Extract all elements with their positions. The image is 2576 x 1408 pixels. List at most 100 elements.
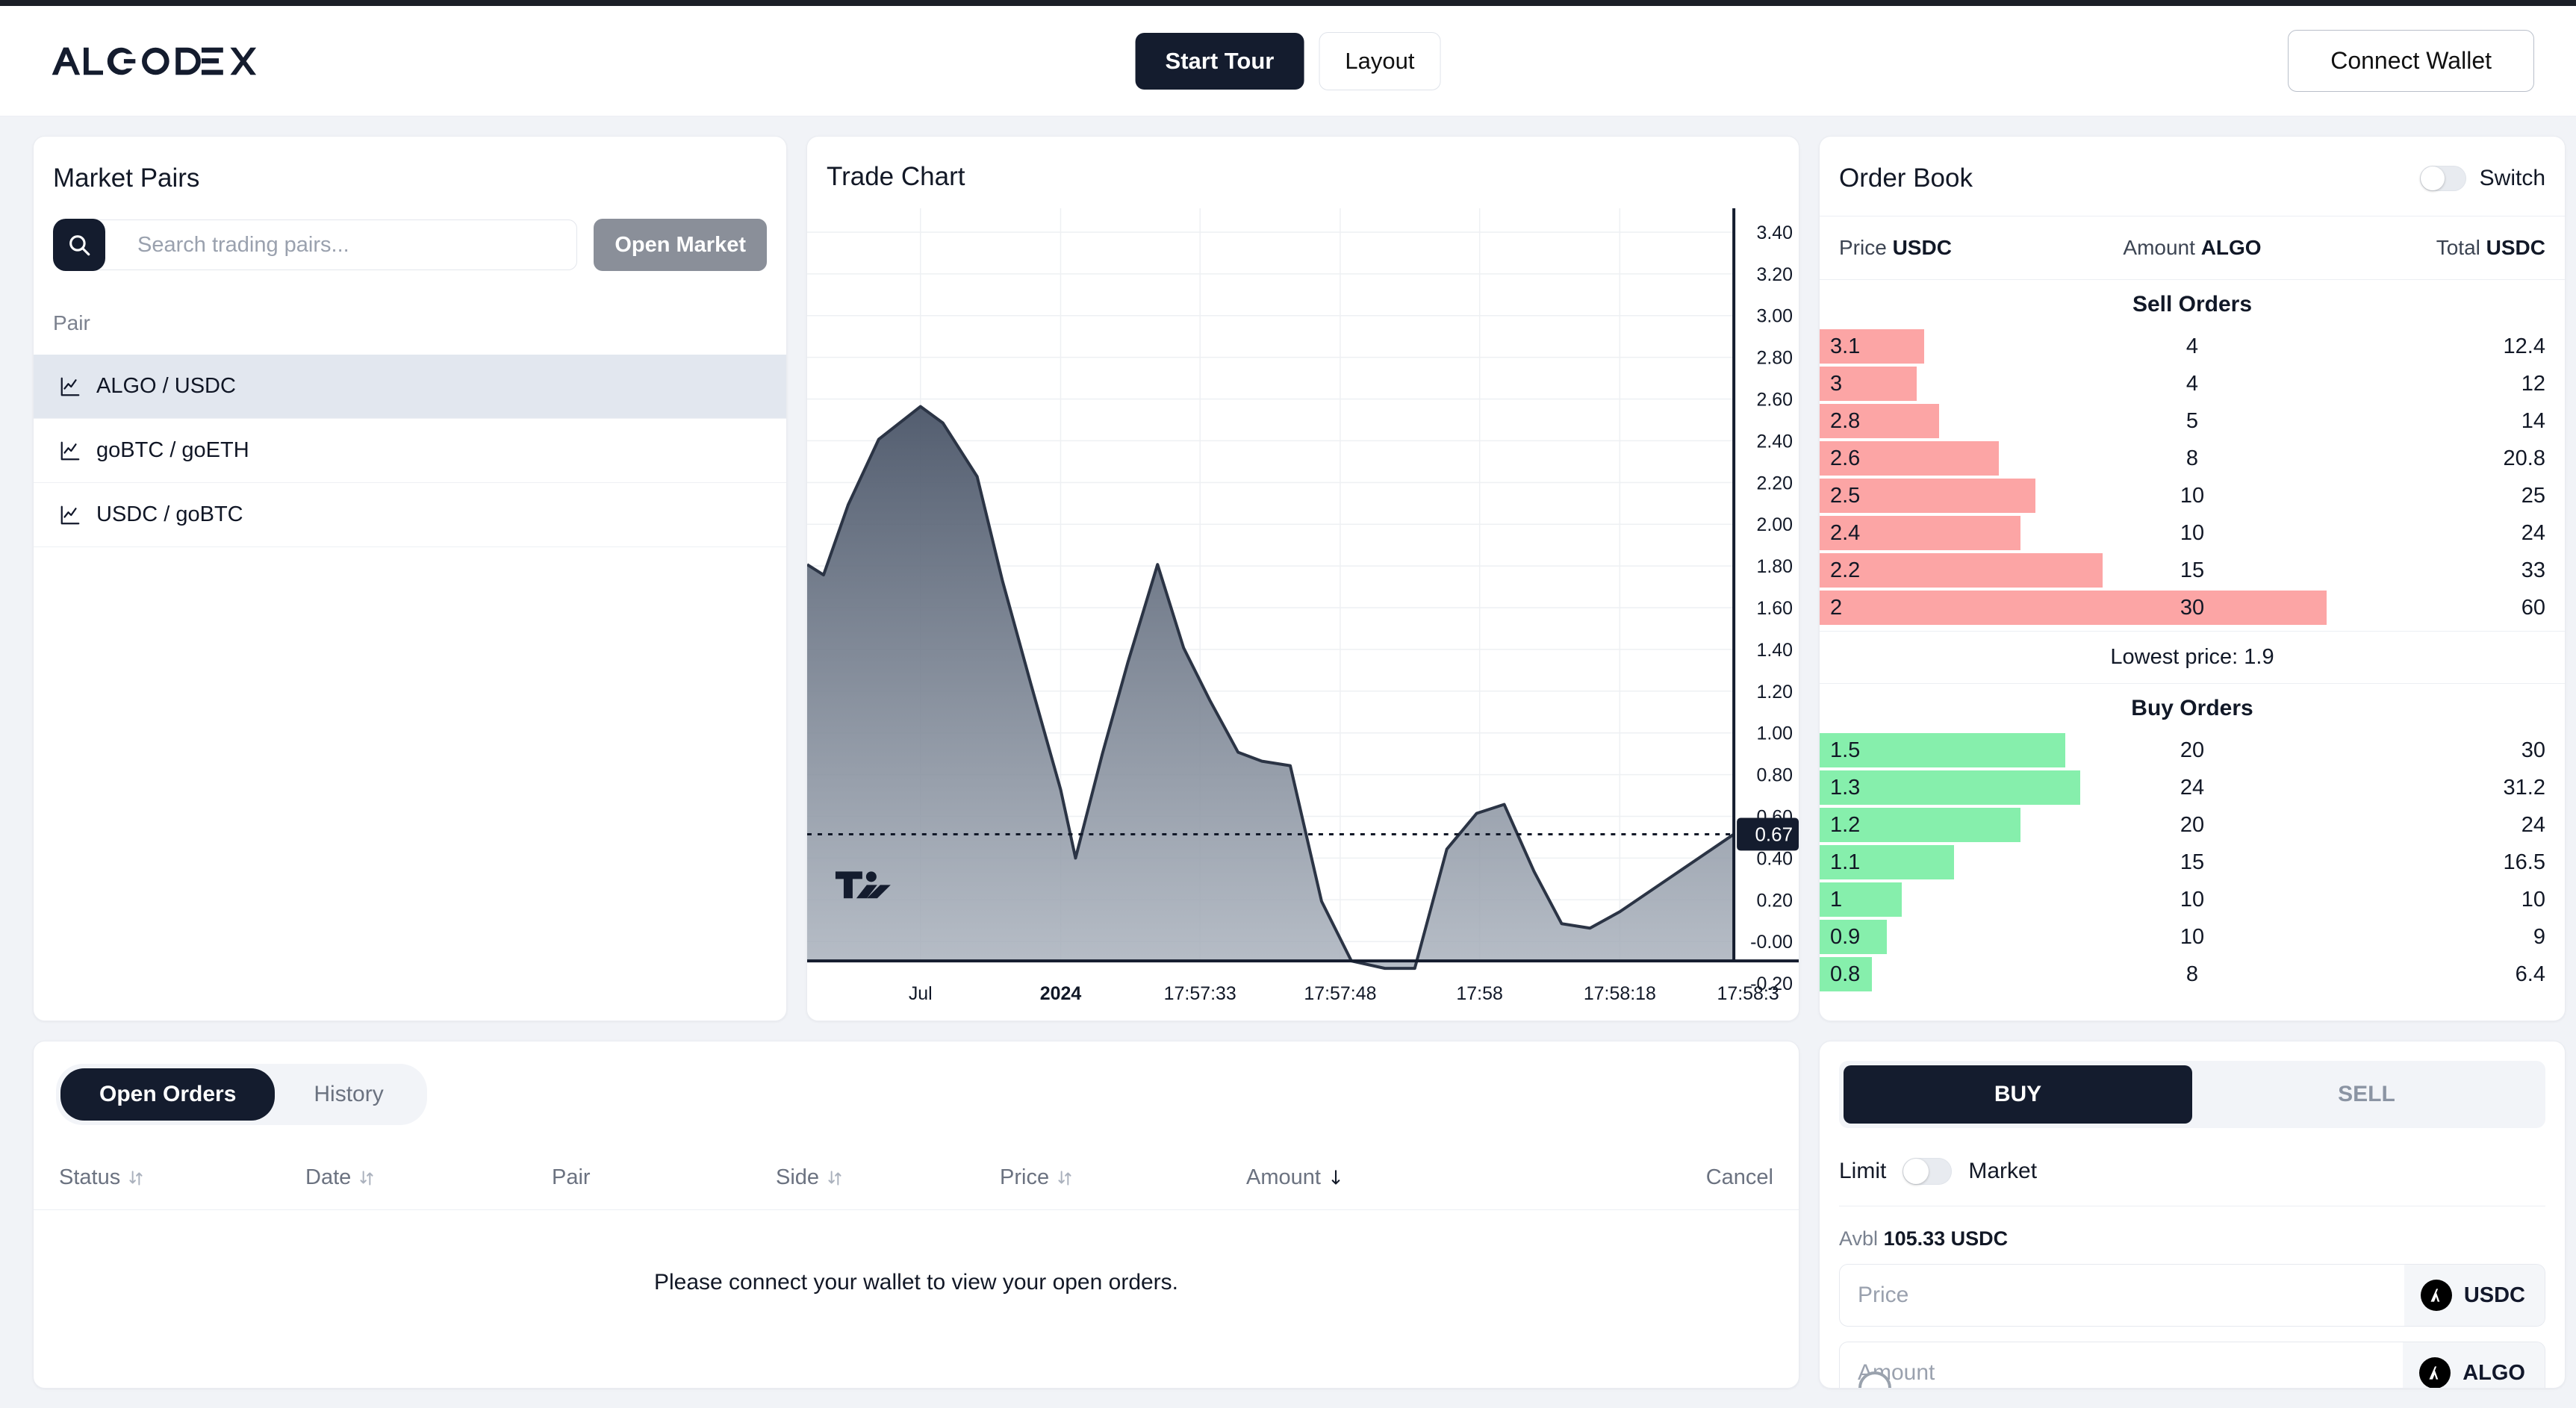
tab-buy[interactable]: BUY bbox=[1844, 1065, 2192, 1124]
svg-text:17:58:3: 17:58:3 bbox=[1717, 983, 1779, 1004]
available-balance: Avbl 105.33 USDC bbox=[1820, 1206, 2565, 1264]
open-market-button[interactable]: Open Market bbox=[594, 219, 767, 271]
order-book-header: Order Book Switch bbox=[1820, 137, 2565, 217]
svg-text:2.60: 2.60 bbox=[1756, 390, 1793, 411]
tab-history[interactable]: History bbox=[275, 1068, 422, 1121]
table-row[interactable]: 3.1 4 12.4 bbox=[1820, 328, 2565, 365]
sort-desc-icon bbox=[1331, 1169, 1340, 1185]
order-book-column-header: Price USDC Amount ALGO Total USDC bbox=[1820, 217, 2565, 280]
list-item[interactable]: USDC / goBTC bbox=[34, 483, 786, 547]
open-orders-panel: Open Orders History Status Date Pair Sid… bbox=[33, 1041, 1799, 1389]
table-row[interactable]: 2.6 8 20.8 bbox=[1820, 440, 2565, 477]
sell-orders-list: 3.1 4 12.4 3 4 12 2.8 5 14 2.6 8 20.8 2.5 10 25 2.… bbox=[1820, 328, 2565, 626]
sell-orders-title: Sell Orders bbox=[2132, 292, 2253, 317]
tab-sell[interactable]: SELL bbox=[2192, 1065, 2541, 1124]
svg-text:17:57:48: 17:57:48 bbox=[1304, 983, 1376, 1004]
slider-handle[interactable] bbox=[1858, 1371, 1891, 1388]
start-tour-button[interactable]: Start Tour bbox=[1135, 32, 1304, 90]
th-date[interactable]: Date bbox=[305, 1165, 552, 1190]
spread-label: Lowest price: 1.9 bbox=[1820, 631, 2565, 684]
table-row[interactable]: 1.2 20 24 bbox=[1820, 806, 2565, 844]
available-balance-label: Avbl bbox=[1839, 1227, 1879, 1250]
svg-text:3.20: 3.20 bbox=[1756, 264, 1793, 285]
list-item-label: ALGO / USDC bbox=[96, 374, 236, 398]
list-item[interactable]: goBTC / goETH bbox=[34, 419, 786, 483]
order-type-row: Limit Market bbox=[1820, 1147, 2565, 1206]
order-book-switch-toggle[interactable] bbox=[2419, 166, 2466, 191]
table-row[interactable]: 2.4 10 24 bbox=[1820, 514, 2565, 552]
svg-text:-0.00: -0.00 bbox=[1750, 932, 1793, 953]
header-actions: Start Tour Layout bbox=[1135, 31, 1441, 90]
table-row[interactable]: 2 30 60 bbox=[1820, 589, 2565, 626]
algorand-coin-icon bbox=[2419, 1357, 2451, 1388]
market-label: Market bbox=[1968, 1159, 2038, 1183]
svg-text:17:57:33: 17:57:33 bbox=[1164, 983, 1236, 1004]
sort-both-icon bbox=[828, 1170, 841, 1186]
price-unit-suffix: USDC bbox=[2404, 1265, 2545, 1326]
search-icon[interactable] bbox=[53, 219, 105, 271]
price-unit-label: USDC bbox=[2463, 1283, 2525, 1307]
layout-button[interactable]: Layout bbox=[1319, 31, 1441, 90]
amount-input[interactable] bbox=[1840, 1342, 2404, 1388]
list-item-label: goBTC / goETH bbox=[96, 438, 249, 462]
th-amount[interactable]: Amount bbox=[1246, 1165, 1515, 1190]
market-pairs-title: Market Pairs bbox=[53, 163, 200, 193]
area-chart-svg: 3.40 3.20 3.00 2.80 2.60 2.40 2.20 2.00 … bbox=[807, 208, 1799, 1021]
table-row[interactable]: 2.2 15 33 bbox=[1820, 552, 2565, 589]
toggle-knob bbox=[2420, 166, 2445, 190]
list-item[interactable]: ALGO / USDC bbox=[34, 355, 786, 419]
open-orders-table: Status Date Pair Side Price Amount Cance… bbox=[34, 1165, 1799, 1355]
table-row[interactable]: 3 4 12 bbox=[1820, 365, 2565, 402]
open-orders-empty-message: Please connect your wallet to view your … bbox=[653, 1270, 1179, 1295]
market-pairs-panel: Market Pairs Open Market Pair ALGO / USD… bbox=[33, 136, 787, 1021]
amount-slider[interactable] bbox=[1858, 1371, 1891, 1388]
table-row[interactable]: 0.8 8 6.4 bbox=[1820, 956, 2565, 993]
window-top-strip bbox=[0, 0, 2576, 6]
table-row[interactable]: 2.8 5 14 bbox=[1820, 402, 2565, 440]
app-header: Start Tour Layout Connect Wallet bbox=[0, 6, 2576, 116]
svg-text:3.00: 3.00 bbox=[1756, 306, 1793, 327]
svg-text:2.20: 2.20 bbox=[1756, 473, 1793, 493]
table-row[interactable]: 2.5 10 25 bbox=[1820, 477, 2565, 514]
svg-text:1.80: 1.80 bbox=[1756, 556, 1793, 577]
list-item-label: USDC / goBTC bbox=[96, 502, 243, 526]
tab-open-orders[interactable]: Open Orders bbox=[60, 1068, 276, 1121]
svg-text:1.60: 1.60 bbox=[1756, 598, 1793, 619]
table-row[interactable]: 1 10 10 bbox=[1820, 881, 2565, 918]
buy-orders-title: Buy Orders bbox=[2131, 696, 2253, 720]
svg-text:0.40: 0.40 bbox=[1756, 848, 1793, 869]
sort-both-icon bbox=[360, 1170, 373, 1186]
svg-text:2.80: 2.80 bbox=[1756, 348, 1793, 369]
open-orders-tabs: Open Orders History bbox=[56, 1064, 427, 1125]
amount-field: ALGO bbox=[1839, 1342, 2545, 1388]
price-field: USDC bbox=[1839, 1264, 2545, 1327]
table-row[interactable]: 1.5 20 30 bbox=[1820, 732, 2565, 769]
search-input[interactable] bbox=[87, 219, 578, 270]
algorand-coin-icon bbox=[2420, 1280, 2452, 1311]
svg-text:17:58:18: 17:58:18 bbox=[1584, 983, 1656, 1004]
limit-label: Limit bbox=[1839, 1159, 1887, 1183]
th-side[interactable]: Side bbox=[776, 1165, 1000, 1190]
th-cancel: Cancel bbox=[1705, 1165, 1773, 1189]
amount-unit-suffix: ALGO bbox=[2403, 1342, 2545, 1388]
connect-wallet-button[interactable]: Connect Wallet bbox=[2288, 30, 2534, 92]
table-row[interactable]: 0.9 10 9 bbox=[1820, 918, 2565, 956]
svg-text:1.20: 1.20 bbox=[1756, 682, 1793, 703]
table-row[interactable]: 1.3 24 31.2 bbox=[1820, 769, 2565, 806]
price-input[interactable] bbox=[1840, 1265, 2404, 1326]
col-price: Price USDC bbox=[1839, 236, 1952, 259]
th-status[interactable]: Status bbox=[59, 1165, 305, 1190]
trade-chart-title: Trade Chart bbox=[827, 162, 965, 191]
order-book-panel: Order Book Switch Price USDC Amount ALGO… bbox=[1819, 136, 2566, 1021]
col-total: Total USDC bbox=[2436, 236, 2545, 259]
th-pair[interactable]: Pair bbox=[552, 1165, 776, 1190]
pair-column-header: Pair bbox=[53, 311, 90, 334]
workspace-grid: Market Pairs Open Market Pair ALGO / USD… bbox=[0, 116, 2576, 1408]
algodex-logo[interactable] bbox=[42, 39, 281, 84]
table-row[interactable]: 1.1 15 16.5 bbox=[1820, 844, 2565, 881]
open-orders-table-header: Status Date Pair Side Price Amount Cance… bbox=[34, 1165, 1799, 1210]
th-price[interactable]: Price bbox=[1000, 1165, 1246, 1190]
order-type-toggle[interactable] bbox=[1903, 1158, 1953, 1185]
trade-chart-canvas[interactable]: 3.40 3.20 3.00 2.80 2.60 2.40 2.20 2.00 … bbox=[807, 208, 1799, 1021]
col-amount: Amount ALGO bbox=[2123, 236, 2262, 259]
